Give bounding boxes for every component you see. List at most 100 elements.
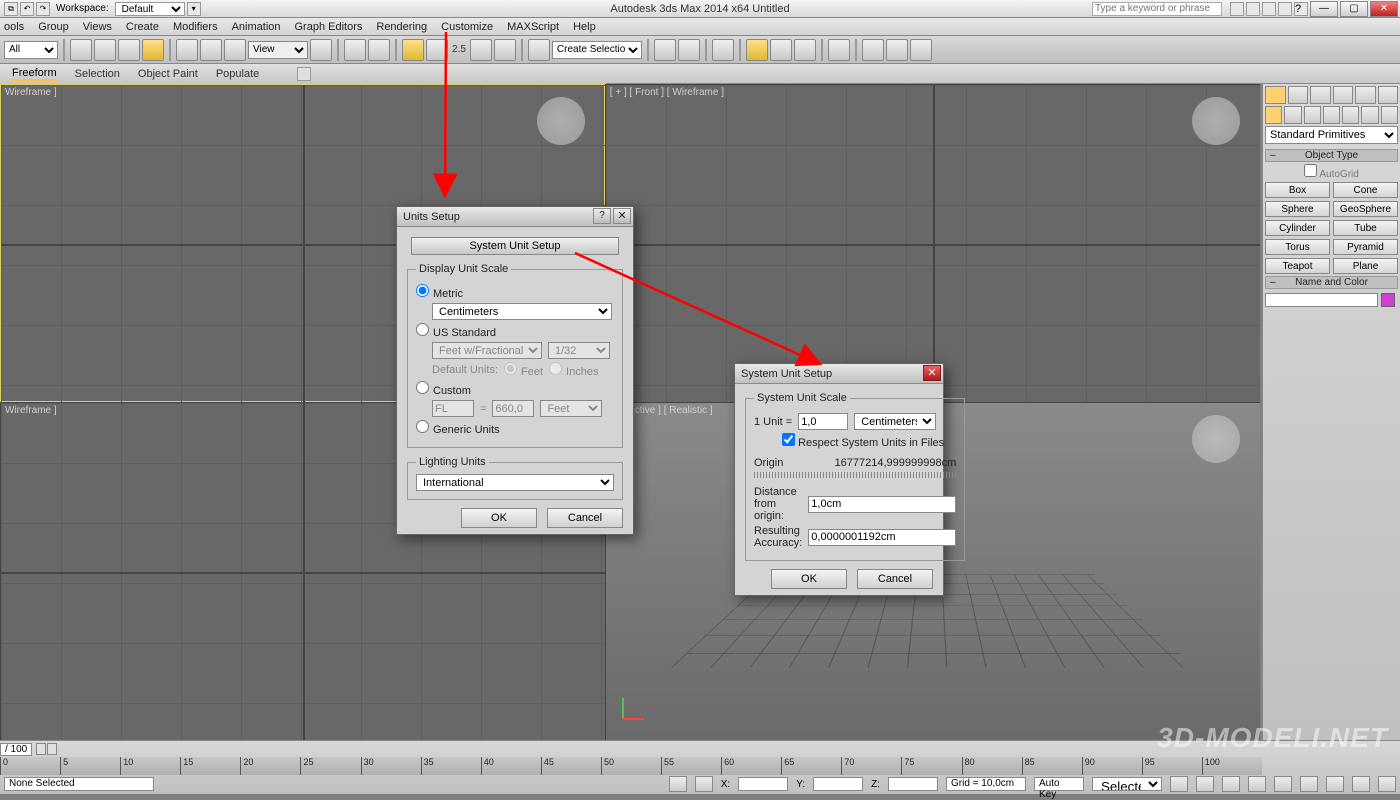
undo-icon[interactable]: ↶: [20, 2, 34, 16]
menu-customize[interactable]: Customize: [441, 21, 493, 33]
custom-radio[interactable]: [416, 381, 429, 394]
percent-snap-icon[interactable]: [470, 39, 492, 61]
redo-icon[interactable]: ↷: [36, 2, 50, 16]
time-slider-position[interactable]: / 100: [0, 743, 32, 756]
ribbon-tab-freeform[interactable]: Freeform: [12, 67, 57, 81]
obj-torus-button[interactable]: Torus: [1265, 239, 1330, 255]
mirror-icon[interactable]: [654, 39, 676, 61]
lock-selection-icon[interactable]: [669, 776, 687, 792]
viewcube-icon[interactable]: [1192, 97, 1240, 145]
select-rotate-icon[interactable]: [200, 39, 222, 61]
menu-grapheditors[interactable]: Graph Editors: [295, 21, 363, 33]
window-close-button[interactable]: ✕: [1370, 1, 1398, 17]
units-ok-button[interactable]: OK: [461, 508, 537, 528]
rendered-frame-icon[interactable]: [886, 39, 908, 61]
nav-orbit-icon[interactable]: [1352, 776, 1370, 792]
menu-maxscript[interactable]: MAXScript: [507, 21, 559, 33]
select-scale-icon[interactable]: [224, 39, 246, 61]
spacewarps-subtab-icon[interactable]: [1361, 106, 1378, 124]
help-search-input[interactable]: [1092, 2, 1222, 16]
window-minimize-button[interactable]: —: [1310, 1, 1338, 17]
menu-rendering[interactable]: Rendering: [376, 21, 427, 33]
curve-editor-icon[interactable]: [770, 39, 792, 61]
utilities-tab-icon[interactable]: [1378, 86, 1399, 104]
select-by-name-icon[interactable]: [94, 39, 116, 61]
helpers-subtab-icon[interactable]: [1342, 106, 1359, 124]
modify-tab-icon[interactable]: [1288, 86, 1309, 104]
material-editor-icon[interactable]: [828, 39, 850, 61]
one-unit-input[interactable]: [798, 413, 848, 430]
selection-filter-select[interactable]: All: [4, 41, 58, 59]
layer-manager-icon[interactable]: [712, 39, 734, 61]
distance-input[interactable]: [808, 496, 956, 513]
select-object-icon[interactable]: [70, 39, 92, 61]
obj-teapot-button[interactable]: Teapot: [1265, 258, 1330, 274]
cameras-subtab-icon[interactable]: [1323, 106, 1340, 124]
goto-start-icon[interactable]: [1170, 776, 1188, 792]
schematic-view-icon[interactable]: [794, 39, 816, 61]
isolate-icon[interactable]: [695, 776, 713, 792]
viewport-front[interactable]: [ + ] [ Front ] [ Wireframe ]: [605, 84, 1260, 402]
autokey-button[interactable]: Auto Key: [1034, 777, 1084, 791]
shapes-subtab-icon[interactable]: [1284, 106, 1301, 124]
app-icon[interactable]: ⧉: [4, 2, 18, 16]
y-input[interactable]: [813, 777, 863, 791]
ribbon-tab-selection[interactable]: Selection: [75, 68, 120, 80]
time-slider-prev-icon[interactable]: [36, 743, 46, 755]
system-cancel-button[interactable]: Cancel: [857, 569, 933, 589]
obj-cone-button[interactable]: Cone: [1333, 182, 1398, 198]
subscription-icon[interactable]: [1246, 2, 1260, 16]
menu-views[interactable]: Views: [83, 21, 112, 33]
window-maximize-button[interactable]: ▢: [1340, 1, 1368, 17]
menu-group[interactable]: Group: [38, 21, 69, 33]
obj-cylinder-button[interactable]: Cylinder: [1265, 220, 1330, 236]
z-input[interactable]: [888, 777, 938, 791]
viewcube-icon[interactable]: [537, 97, 585, 145]
workspace-settings-icon[interactable]: ▾: [187, 2, 201, 16]
named-selection-select[interactable]: Create Selection Se: [552, 41, 642, 59]
motion-tab-icon[interactable]: [1333, 86, 1354, 104]
lighting-units-select[interactable]: International: [416, 474, 614, 491]
units-cancel-button[interactable]: Cancel: [547, 508, 623, 528]
time-slider-next-icon[interactable]: [47, 743, 57, 755]
search-icon[interactable]: [1230, 2, 1244, 16]
favorites-icon[interactable]: [1278, 2, 1292, 16]
metric-radio[interactable]: [416, 284, 429, 297]
goto-end-icon[interactable]: [1274, 776, 1292, 792]
ref-coord-select[interactable]: View: [248, 41, 308, 59]
geometry-subtab-icon[interactable]: [1265, 106, 1282, 124]
rectangular-region-icon[interactable]: [118, 39, 140, 61]
menu-tools[interactable]: ools: [4, 21, 24, 33]
systems-subtab-icon[interactable]: [1381, 106, 1398, 124]
exchange-icon[interactable]: [1262, 2, 1276, 16]
angle-snap-icon[interactable]: [426, 39, 448, 61]
object-type-rollout[interactable]: Object Type: [1265, 149, 1398, 162]
obj-box-button[interactable]: Box: [1265, 182, 1330, 198]
lights-subtab-icon[interactable]: [1304, 106, 1321, 124]
dialog-close-icon[interactable]: ✕: [613, 208, 631, 224]
object-name-input[interactable]: [1265, 293, 1378, 307]
spinner-snap-icon[interactable]: [494, 39, 516, 61]
hierarchy-tab-icon[interactable]: [1310, 86, 1331, 104]
nav-zoom-icon[interactable]: [1326, 776, 1344, 792]
obj-geosphere-button[interactable]: GeoSphere: [1333, 201, 1398, 217]
viewcube-icon[interactable]: [1192, 415, 1240, 463]
prev-frame-icon[interactable]: [1196, 776, 1214, 792]
key-filter-select[interactable]: Selected: [1092, 777, 1162, 791]
window-crossing-icon[interactable]: [142, 39, 164, 61]
obj-pyramid-button[interactable]: Pyramid: [1333, 239, 1398, 255]
ribbon-tab-populate[interactable]: Populate: [216, 68, 259, 80]
menu-help[interactable]: Help: [573, 21, 596, 33]
us-radio[interactable]: [416, 323, 429, 336]
dialog2-close-icon[interactable]: ✕: [923, 365, 941, 381]
primitive-category-select[interactable]: Standard Primitives: [1265, 126, 1398, 144]
system-ok-button[interactable]: OK: [771, 569, 847, 589]
menu-create[interactable]: Create: [126, 21, 159, 33]
system-unit-setup-button[interactable]: System Unit Setup: [411, 237, 618, 255]
edit-selection-set-icon[interactable]: [528, 39, 550, 61]
ribbon-pin-icon[interactable]: [297, 67, 311, 81]
metric-select[interactable]: Centimeters: [432, 303, 612, 320]
name-color-rollout[interactable]: Name and Color: [1265, 276, 1398, 289]
help-icon[interactable]: ?: [1294, 2, 1308, 16]
obj-sphere-button[interactable]: Sphere: [1265, 201, 1330, 217]
